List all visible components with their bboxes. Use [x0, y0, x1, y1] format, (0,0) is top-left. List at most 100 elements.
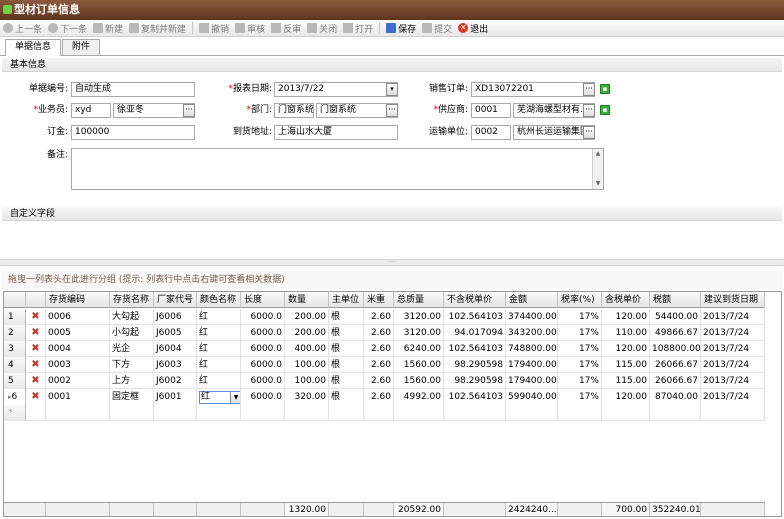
cell-code[interactable]: 0004	[46, 341, 110, 357]
table-row[interactable]: ▸6 ✖ 0001 固定框 J6001 红 ▼ 6000.0 320.00 根 2.60 4992.0…	[4, 389, 765, 405]
cell-total[interactable]: 3120.00	[394, 309, 444, 325]
cell-taxprice[interactable]: 110.00	[602, 325, 650, 341]
toolbar-button-next[interactable]: 下一条	[48, 22, 87, 35]
delete-row-icon[interactable]: ✖	[26, 373, 46, 389]
toolbar-button-unapprove[interactable]: 反审	[271, 22, 301, 35]
color-select[interactable]: 红 ▼	[199, 391, 240, 404]
row-number[interactable]: 4	[4, 357, 26, 373]
cell-taxprice[interactable]: 120.00	[602, 341, 650, 357]
cell-code[interactable]: 0006	[46, 309, 110, 325]
new-row-cell[interactable]	[364, 405, 394, 421]
cell-total[interactable]: 1560.00	[394, 357, 444, 373]
cell-name[interactable]: 固定框	[110, 389, 154, 405]
cell-qty[interactable]: 100.00	[285, 357, 329, 373]
cell-code[interactable]: 0002	[46, 373, 110, 389]
cell-factory[interactable]: J6004	[154, 341, 197, 357]
group-by-hint[interactable]: 拖曳一列表头在此进行分组 (提示: 列表行中点击右键可查看相关数据)	[2, 271, 782, 289]
cell-unit[interactable]: 根	[329, 325, 364, 341]
toolbar-button-submit[interactable]: 提交	[422, 22, 452, 35]
new-row-cell[interactable]	[558, 405, 602, 421]
tab-document-info[interactable]: 单据信息	[5, 39, 62, 56]
new-row-cell[interactable]	[329, 405, 364, 421]
cell-name[interactable]: 下方	[110, 357, 154, 373]
cell-date[interactable]: 2013/7/24	[701, 341, 765, 357]
cell-taxprice[interactable]: 115.00	[602, 357, 650, 373]
cell-mw[interactable]: 2.60	[364, 373, 394, 389]
new-row-cell[interactable]	[110, 405, 154, 421]
cell-date[interactable]: 2013/7/24	[701, 309, 765, 325]
new-row-cell[interactable]	[506, 405, 558, 421]
row-number[interactable]: 3	[4, 341, 26, 357]
cell-price[interactable]: 102.564103	[444, 389, 506, 405]
cell-factory[interactable]: J6003	[154, 357, 197, 373]
supplier-browse-icon[interactable]: ···	[583, 104, 595, 117]
new-row-cell[interactable]	[241, 405, 285, 421]
cell-total[interactable]: 6240.00	[394, 341, 444, 357]
cell-factory[interactable]: J6001	[154, 389, 197, 405]
cell-color[interactable]: 红	[197, 309, 241, 325]
toolbar-button-close-doc[interactable]: 关闭	[307, 22, 337, 35]
new-row[interactable]: *	[4, 405, 765, 421]
row-number[interactable]: 2	[4, 325, 26, 341]
column-header[interactable]: 存货名称	[110, 292, 154, 308]
cell-rate[interactable]: 17%	[558, 309, 602, 325]
column-header[interactable]: 主单位	[329, 292, 364, 308]
cell-rate[interactable]: 17%	[558, 389, 602, 405]
row-number[interactable]: ▸6	[4, 389, 26, 405]
tab-attachments[interactable]: 附件	[62, 39, 101, 55]
row-number[interactable]: 5	[4, 373, 26, 389]
column-header[interactable]: 数量	[285, 292, 329, 308]
cell-amount[interactable]: 599040.00	[506, 389, 558, 405]
cell-date[interactable]: 2013/7/24	[701, 389, 765, 405]
dept-code-field[interactable]: 门窗系统	[274, 103, 314, 118]
column-header[interactable]: 金额	[506, 292, 558, 308]
column-header[interactable]: 米重	[364, 292, 394, 308]
cell-price[interactable]: 94.017094	[444, 325, 506, 341]
column-header[interactable]: 税额	[650, 292, 701, 308]
carrier-browse-icon[interactable]: ···	[583, 126, 595, 139]
new-row-cell[interactable]	[285, 405, 329, 421]
toolbar-button-exit[interactable]: ✕ 退出	[458, 22, 488, 35]
cell-qty[interactable]: 100.00	[285, 373, 329, 389]
sales-order-search-icon[interactable]: ▪	[600, 84, 610, 94]
table-row[interactable]: 2 ✖ 0005 小勾起 J6005 红 6000.0 200.00 根 2.60 3120.00 9…	[4, 325, 765, 341]
cell-length[interactable]: 6000.0	[241, 341, 285, 357]
section-custom-fields[interactable]: 自定义字段	[2, 207, 782, 221]
cell-factory[interactable]: J6005	[154, 325, 197, 341]
cell-total[interactable]: 1560.00	[394, 373, 444, 389]
delete-row-icon[interactable]: ✖	[26, 341, 46, 357]
row-number[interactable]: 1	[4, 309, 26, 325]
column-header[interactable]: 总质量	[394, 292, 444, 308]
toolbar-button-approve[interactable]: 审核	[235, 22, 265, 35]
table-row[interactable]: 3 ✖ 0004 光企 J6004 红 6000.0 400.00 根 2.60 6240.00 10…	[4, 341, 765, 357]
salesman-code-field[interactable]: xyd	[71, 103, 111, 118]
cell-unit[interactable]: 根	[329, 357, 364, 373]
cell-color[interactable]: 红	[197, 373, 241, 389]
cell-rate[interactable]: 17%	[558, 341, 602, 357]
cell-name[interactable]: 小勾起	[110, 325, 154, 341]
cell-date[interactable]: 2013/7/24	[701, 325, 765, 341]
supplier-code-field[interactable]: 0001	[471, 103, 511, 118]
panel-splitter[interactable]: ·····	[0, 259, 784, 266]
cell-price[interactable]: 102.564103	[444, 309, 506, 325]
new-row-cell[interactable]	[46, 405, 110, 421]
cell-total[interactable]: 3120.00	[394, 325, 444, 341]
cell-qty[interactable]: 320.00	[285, 389, 329, 405]
new-row-cell[interactable]	[701, 405, 765, 421]
cell-unit[interactable]: 根	[329, 341, 364, 357]
cell-rate[interactable]: 17%	[558, 325, 602, 341]
cell-tax[interactable]: 54400.00	[650, 309, 701, 325]
column-header[interactable]: 颜色名称	[197, 292, 241, 308]
cell-name[interactable]: 大勾起	[110, 309, 154, 325]
cell-amount[interactable]: 748800.00	[506, 341, 558, 357]
cell-taxprice[interactable]: 115.00	[602, 373, 650, 389]
new-row-cell[interactable]	[26, 405, 46, 421]
cell-tax[interactable]: 108800.00	[650, 341, 701, 357]
cell-color[interactable]: 红	[197, 357, 241, 373]
chevron-down-icon[interactable]: ▼	[230, 392, 240, 403]
cell-unit[interactable]: 根	[329, 309, 364, 325]
cell-date[interactable]: 2013/7/24	[701, 373, 765, 389]
scroll-up-icon[interactable]: ▲	[593, 149, 603, 159]
column-header[interactable]: 存货编码	[46, 292, 110, 308]
delete-row-icon[interactable]: ✖	[26, 357, 46, 373]
